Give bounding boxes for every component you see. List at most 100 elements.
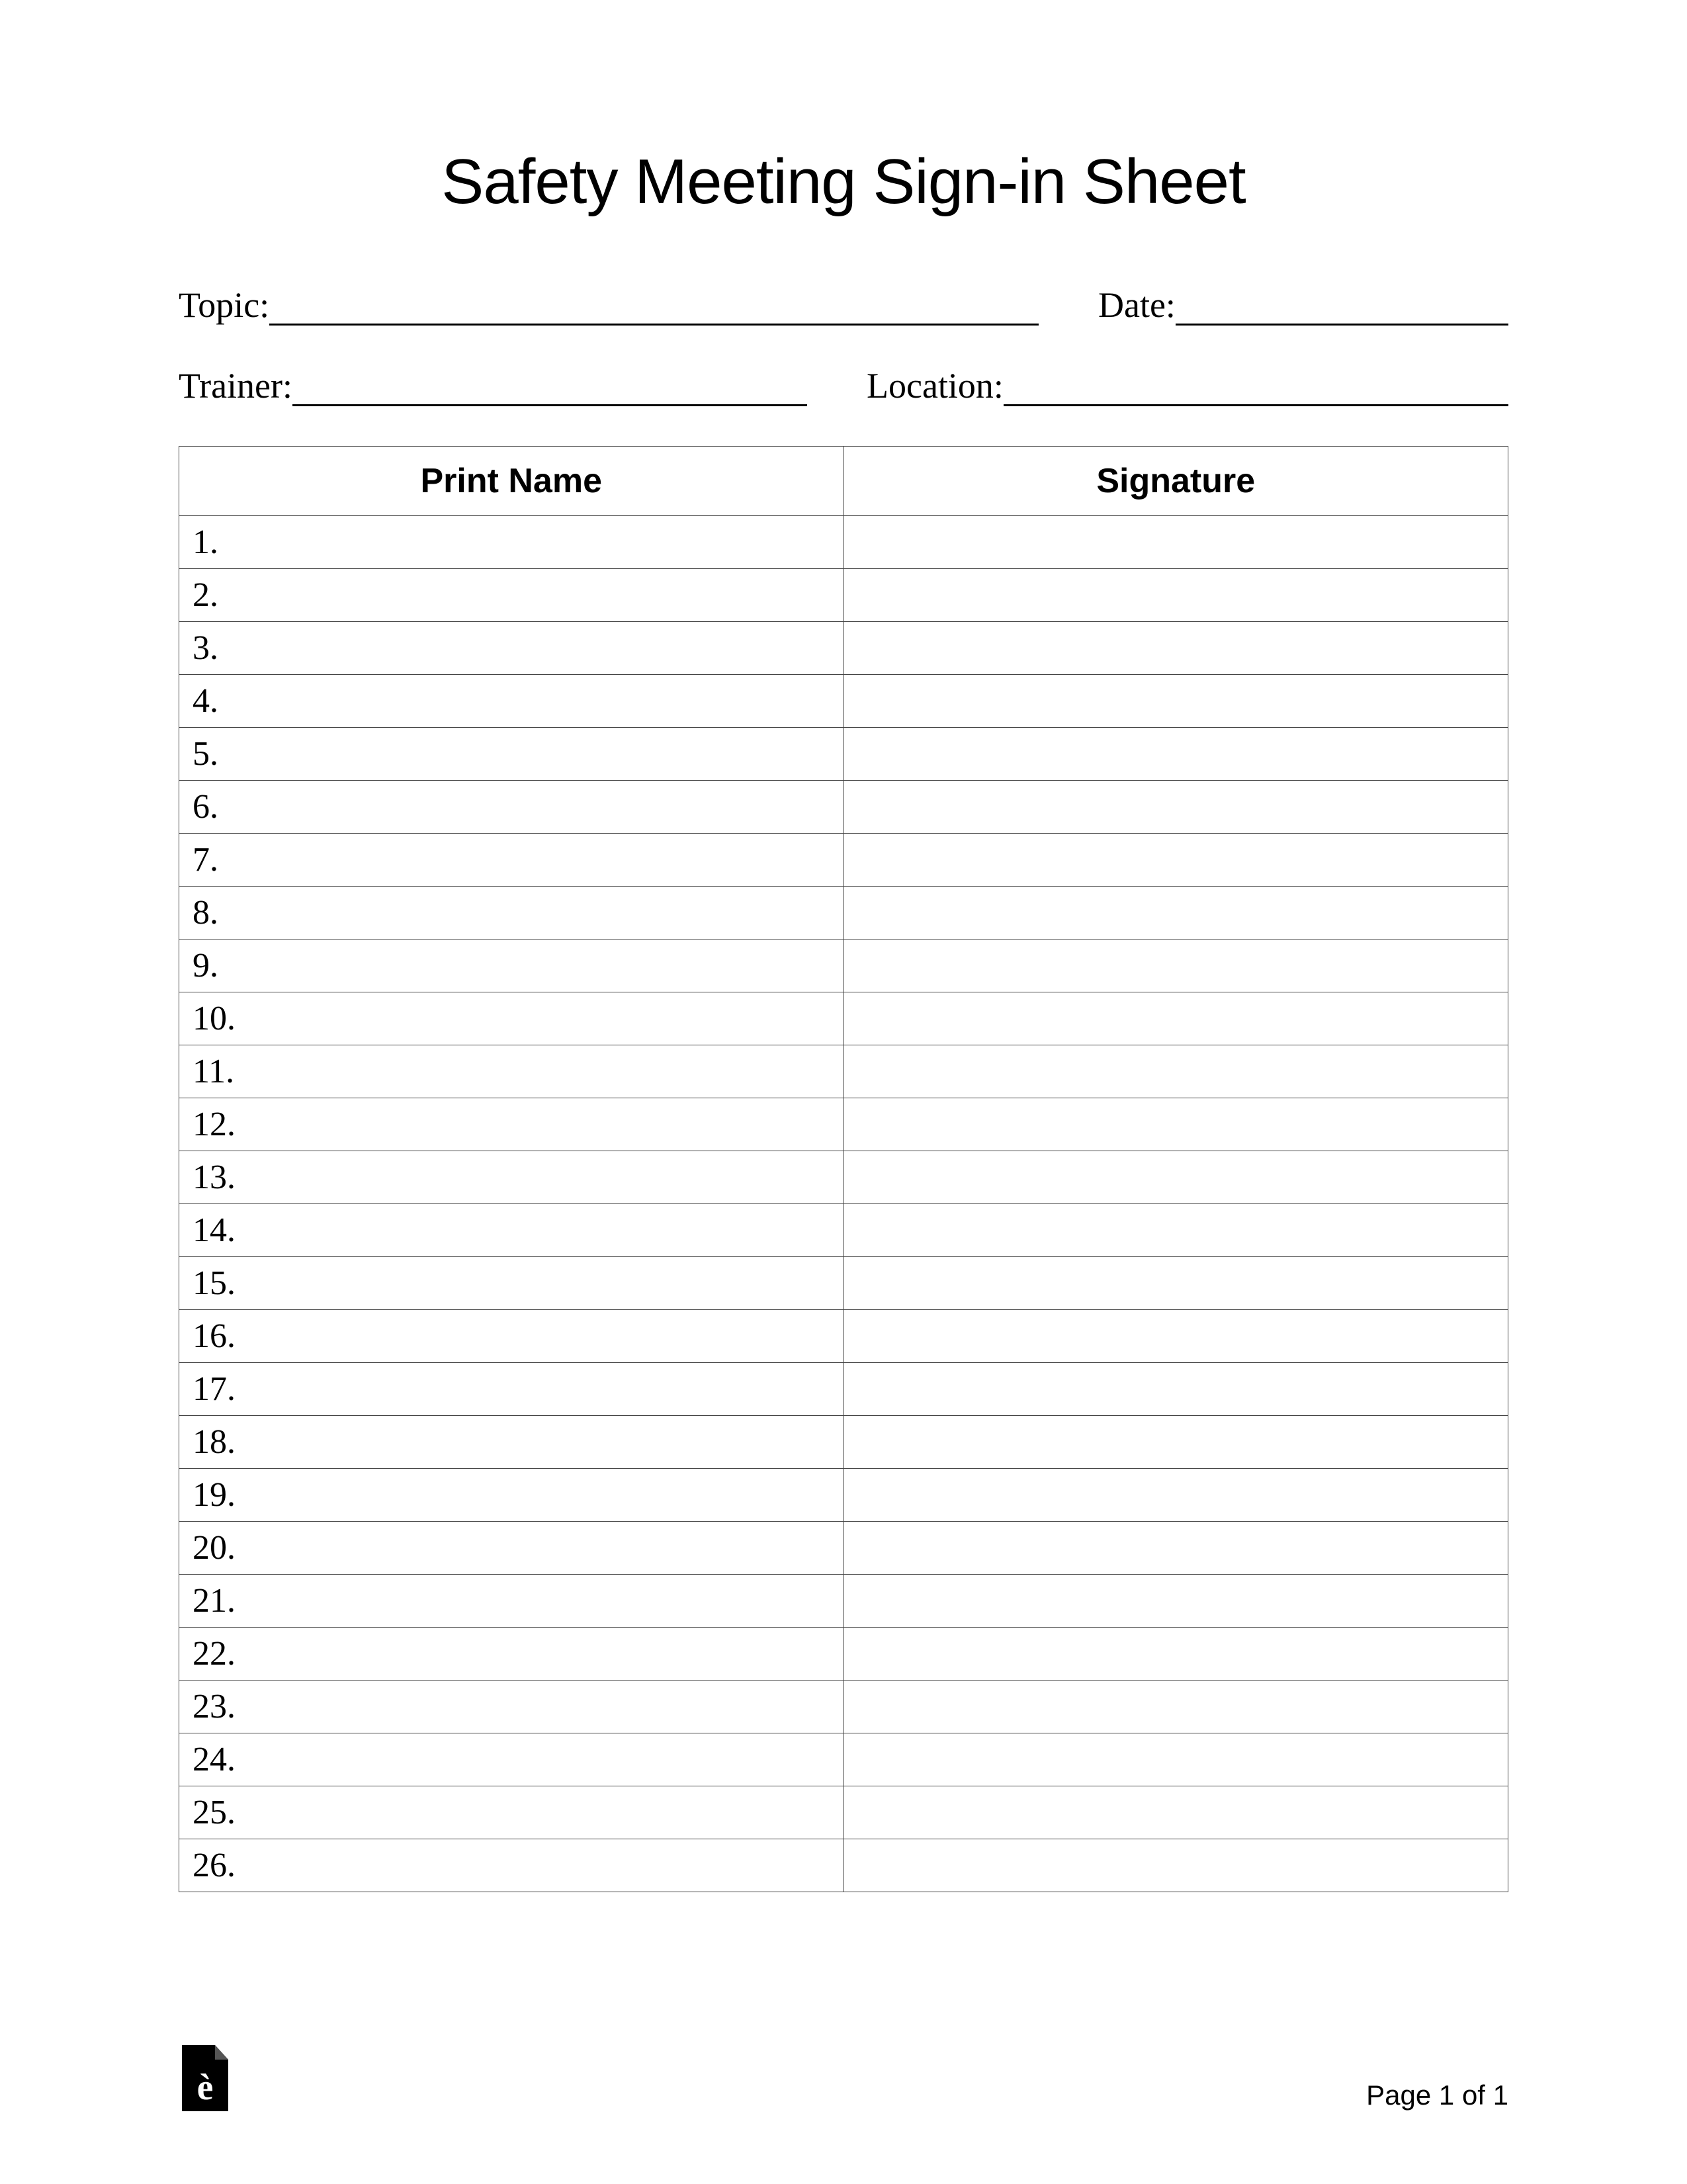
table-row: 2. xyxy=(179,569,1508,622)
table-row: 24. xyxy=(179,1733,1508,1786)
table-row: 14. xyxy=(179,1204,1508,1257)
table-row: 22. xyxy=(179,1628,1508,1681)
name-cell[interactable]: 16. xyxy=(179,1310,844,1363)
date-input-line[interactable] xyxy=(1176,290,1508,326)
signature-cell[interactable] xyxy=(844,1310,1508,1363)
meta-row-2: Trainer: Location: xyxy=(179,365,1508,406)
signature-cell[interactable] xyxy=(844,1257,1508,1310)
name-cell[interactable]: 9. xyxy=(179,939,844,992)
signature-cell[interactable] xyxy=(844,1416,1508,1469)
table-row: 18. xyxy=(179,1416,1508,1469)
table-row: 7. xyxy=(179,834,1508,887)
location-label: Location: xyxy=(867,365,1004,406)
signature-cell[interactable] xyxy=(844,1204,1508,1257)
name-cell[interactable]: 8. xyxy=(179,887,844,939)
signature-cell[interactable] xyxy=(844,1151,1508,1204)
name-cell[interactable]: 26. xyxy=(179,1839,844,1892)
trainer-label: Trainer: xyxy=(179,365,292,406)
table-row: 11. xyxy=(179,1045,1508,1098)
signature-cell[interactable] xyxy=(844,1786,1508,1839)
name-cell[interactable]: 21. xyxy=(179,1575,844,1628)
name-cell[interactable]: 15. xyxy=(179,1257,844,1310)
signature-cell[interactable] xyxy=(844,1575,1508,1628)
page-footer: è Page 1 of 1 xyxy=(0,2045,1687,2111)
page-title: Safety Meeting Sign-in Sheet xyxy=(179,146,1508,218)
signin-table: Print Name Signature 1.2.3.4.5.6.7.8.9.1… xyxy=(179,446,1508,1892)
name-cell[interactable]: 19. xyxy=(179,1469,844,1522)
signature-cell[interactable] xyxy=(844,569,1508,622)
signature-cell[interactable] xyxy=(844,1733,1508,1786)
table-row: 8. xyxy=(179,887,1508,939)
table-row: 20. xyxy=(179,1522,1508,1575)
signature-cell[interactable] xyxy=(844,675,1508,728)
name-cell[interactable]: 24. xyxy=(179,1733,844,1786)
table-row: 5. xyxy=(179,728,1508,781)
meta-row-1: Topic: Date: xyxy=(179,284,1508,326)
signature-cell[interactable] xyxy=(844,1522,1508,1575)
col-header-name: Print Name xyxy=(179,447,844,516)
date-field[interactable]: Date: xyxy=(1098,284,1508,326)
signature-cell[interactable] xyxy=(844,1098,1508,1151)
name-cell[interactable]: 4. xyxy=(179,675,844,728)
table-row: 1. xyxy=(179,516,1508,569)
signature-cell[interactable] xyxy=(844,1839,1508,1892)
spacer xyxy=(807,365,867,406)
name-cell[interactable]: 13. xyxy=(179,1151,844,1204)
table-row: 26. xyxy=(179,1839,1508,1892)
topic-input-line[interactable] xyxy=(269,290,1039,326)
signature-cell[interactable] xyxy=(844,887,1508,939)
name-cell[interactable]: 23. xyxy=(179,1681,844,1733)
signature-cell[interactable] xyxy=(844,516,1508,569)
name-cell[interactable]: 22. xyxy=(179,1628,844,1681)
table-row: 21. xyxy=(179,1575,1508,1628)
table-row: 9. xyxy=(179,939,1508,992)
signature-cell[interactable] xyxy=(844,1681,1508,1733)
signature-cell[interactable] xyxy=(844,781,1508,834)
signature-cell[interactable] xyxy=(844,1469,1508,1522)
name-cell[interactable]: 2. xyxy=(179,569,844,622)
name-cell[interactable]: 10. xyxy=(179,992,844,1045)
name-cell[interactable]: 14. xyxy=(179,1204,844,1257)
trainer-field[interactable]: Trainer: xyxy=(179,365,807,406)
signature-cell[interactable] xyxy=(844,939,1508,992)
table-row: 3. xyxy=(179,622,1508,675)
table-row: 4. xyxy=(179,675,1508,728)
name-cell[interactable]: 1. xyxy=(179,516,844,569)
name-cell[interactable]: 6. xyxy=(179,781,844,834)
name-cell[interactable]: 17. xyxy=(179,1363,844,1416)
table-row: 10. xyxy=(179,992,1508,1045)
signature-cell[interactable] xyxy=(844,834,1508,887)
signature-cell[interactable] xyxy=(844,1045,1508,1098)
name-cell[interactable]: 5. xyxy=(179,728,844,781)
table-row: 12. xyxy=(179,1098,1508,1151)
signature-cell[interactable] xyxy=(844,622,1508,675)
page-number: Page 1 of 1 xyxy=(1366,2079,1508,2111)
col-header-signature: Signature xyxy=(844,447,1508,516)
name-cell[interactable]: 11. xyxy=(179,1045,844,1098)
location-input-line[interactable] xyxy=(1004,371,1508,406)
name-cell[interactable]: 18. xyxy=(179,1416,844,1469)
name-cell[interactable]: 20. xyxy=(179,1522,844,1575)
table-row: 6. xyxy=(179,781,1508,834)
signature-cell[interactable] xyxy=(844,1363,1508,1416)
table-row: 19. xyxy=(179,1469,1508,1522)
topic-label: Topic: xyxy=(179,284,269,326)
signature-cell[interactable] xyxy=(844,992,1508,1045)
table-row: 17. xyxy=(179,1363,1508,1416)
svg-text:è: è xyxy=(197,2067,214,2108)
location-field[interactable]: Location: xyxy=(867,365,1508,406)
date-label: Date: xyxy=(1098,284,1176,326)
signature-cell[interactable] xyxy=(844,728,1508,781)
brand-logo-icon: è xyxy=(179,2045,232,2111)
signature-cell[interactable] xyxy=(844,1628,1508,1681)
name-cell[interactable]: 12. xyxy=(179,1098,844,1151)
table-row: 16. xyxy=(179,1310,1508,1363)
name-cell[interactable]: 3. xyxy=(179,622,844,675)
name-cell[interactable]: 25. xyxy=(179,1786,844,1839)
trainer-input-line[interactable] xyxy=(292,371,807,406)
table-row: 15. xyxy=(179,1257,1508,1310)
spacer xyxy=(1039,284,1098,326)
topic-field[interactable]: Topic: xyxy=(179,284,1039,326)
name-cell[interactable]: 7. xyxy=(179,834,844,887)
table-row: 13. xyxy=(179,1151,1508,1204)
